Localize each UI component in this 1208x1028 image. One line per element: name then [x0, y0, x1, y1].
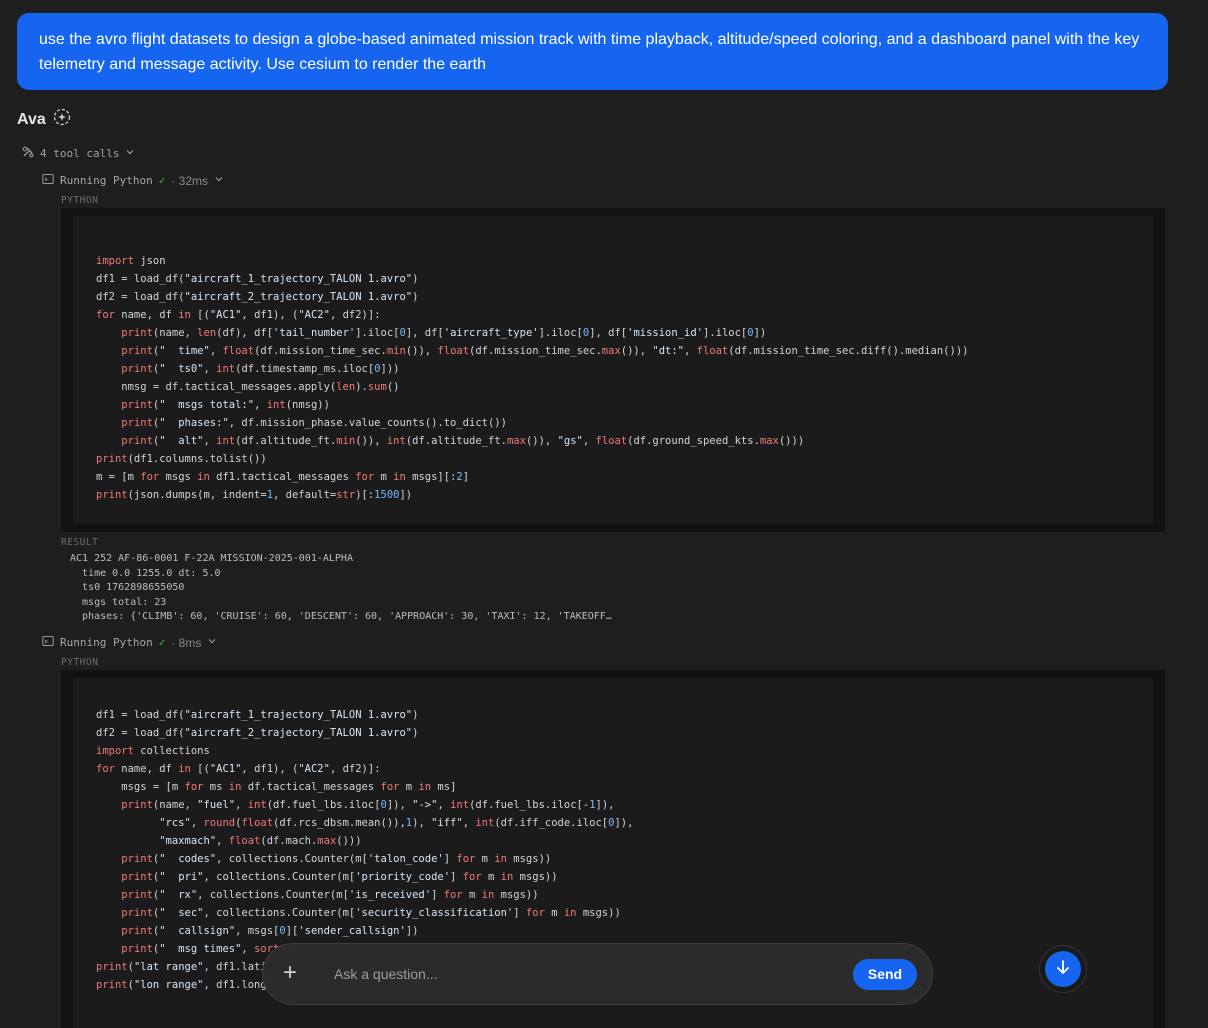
terminal-icon — [42, 635, 54, 650]
tools-icon — [22, 146, 34, 161]
sparkle-icon — [53, 108, 71, 131]
code-language-label: PYTHON — [61, 195, 99, 206]
chat-input[interactable]: Ask a question... — [334, 966, 438, 982]
tool-calls-toggle[interactable]: 4 tool calls — [22, 146, 135, 161]
run-label: Running Python — [60, 636, 153, 649]
result-line: time 0.0 1255.0 dt: 5.0 — [70, 567, 221, 579]
result-line: phases: {'CLIMB': 60, 'CRUISE': 60, 'DES… — [70, 611, 612, 622]
run-header-2[interactable]: Running Python ✓ · 8ms — [42, 635, 217, 650]
chevron-down-icon — [207, 636, 217, 649]
result-line: ts0 1762898655050 — [70, 582, 185, 593]
user-message-text: use the avro flight datasets to design a… — [39, 31, 1140, 73]
scroll-to-bottom-button[interactable] — [1039, 945, 1087, 993]
run-header-1[interactable]: Running Python ✓ · 32ms — [42, 173, 224, 188]
user-message-bubble: use the avro flight datasets to design a… — [17, 13, 1168, 90]
code-language-label: PYTHON — [61, 657, 99, 668]
chat-input-bar: + Ask a question... Send — [262, 943, 933, 1005]
terminal-icon — [42, 173, 54, 188]
code-block-1: import json df1 = load_df("aircraft_1_tr… — [61, 208, 1165, 532]
result-line: msgs total: 23 — [70, 596, 167, 608]
run-duration: · 8ms — [171, 635, 202, 650]
chevron-down-icon — [214, 174, 224, 187]
result-label: RESULT — [61, 537, 99, 548]
chevron-down-icon — [125, 147, 135, 160]
code-content: import json df1 = load_df("aircraft_1_tr… — [96, 255, 969, 501]
result-line: AC1 252 AF-86-0001 F-22A MISSION-2025-00… — [70, 553, 353, 564]
run-duration: · 32ms — [171, 173, 209, 188]
check-icon: ✓ — [158, 174, 166, 187]
run-label: Running Python — [60, 174, 153, 187]
arrow-down-icon — [1054, 958, 1072, 981]
assistant-header: Ava — [17, 108, 71, 131]
plus-icon[interactable]: + — [283, 960, 297, 986]
assistant-name: Ava — [17, 110, 46, 128]
result-output: AC1 252 AF-86-0001 F-22A MISSION-2025-00… — [70, 552, 612, 625]
check-icon: ✓ — [158, 636, 166, 649]
tool-calls-label: 4 tool calls — [40, 147, 120, 160]
send-button[interactable]: Send — [853, 959, 917, 990]
